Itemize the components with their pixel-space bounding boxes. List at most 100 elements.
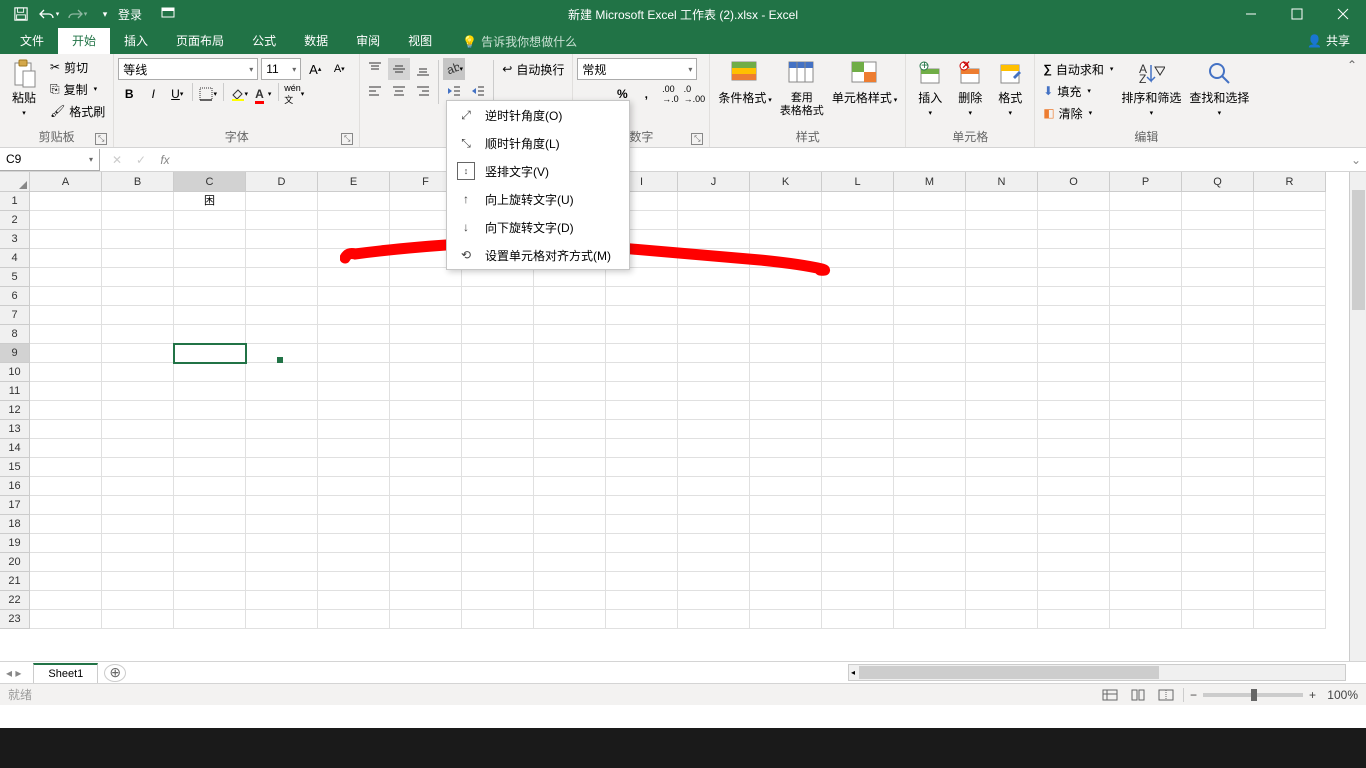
col-header-P[interactable]: P: [1110, 172, 1182, 192]
cell-D19[interactable]: [246, 534, 318, 553]
cell-A16[interactable]: [30, 477, 102, 496]
cell-Q14[interactable]: [1182, 439, 1254, 458]
cell-R19[interactable]: [1254, 534, 1326, 553]
cell-B20[interactable]: [102, 553, 174, 572]
cell-B17[interactable]: [102, 496, 174, 515]
cell-N23[interactable]: [966, 610, 1038, 629]
cell-Q18[interactable]: [1182, 515, 1254, 534]
cell-R13[interactable]: [1254, 420, 1326, 439]
cell-O2[interactable]: [1038, 211, 1110, 230]
cell-E1[interactable]: [318, 192, 390, 211]
cell-D17[interactable]: [246, 496, 318, 515]
cell-K1[interactable]: [750, 192, 822, 211]
cell-C18[interactable]: [174, 515, 246, 534]
cell-D18[interactable]: [246, 515, 318, 534]
cell-O15[interactable]: [1038, 458, 1110, 477]
cell-J10[interactable]: [678, 363, 750, 382]
cell-K2[interactable]: [750, 211, 822, 230]
cell-A13[interactable]: [30, 420, 102, 439]
cell-O23[interactable]: [1038, 610, 1110, 629]
cell-A2[interactable]: [30, 211, 102, 230]
col-header-L[interactable]: L: [822, 172, 894, 192]
cell-H8[interactable]: [534, 325, 606, 344]
align-middle-button[interactable]: [388, 58, 410, 80]
cell-R10[interactable]: [1254, 363, 1326, 382]
cell-H14[interactable]: [534, 439, 606, 458]
cell-N22[interactable]: [966, 591, 1038, 610]
cell-E8[interactable]: [318, 325, 390, 344]
cell-M14[interactable]: [894, 439, 966, 458]
cell-A6[interactable]: [30, 287, 102, 306]
cell-M4[interactable]: [894, 249, 966, 268]
italic-button[interactable]: I: [142, 83, 164, 105]
cell-Q3[interactable]: [1182, 230, 1254, 249]
cell-R5[interactable]: [1254, 268, 1326, 287]
cell-L21[interactable]: [822, 572, 894, 591]
cell-C8[interactable]: [174, 325, 246, 344]
cell-A10[interactable]: [30, 363, 102, 382]
cell-O16[interactable]: [1038, 477, 1110, 496]
formula-bar[interactable]: [182, 149, 1346, 171]
cell-B3[interactable]: [102, 230, 174, 249]
cell-D3[interactable]: [246, 230, 318, 249]
cell-O4[interactable]: [1038, 249, 1110, 268]
cell-A11[interactable]: [30, 382, 102, 401]
cell-Q10[interactable]: [1182, 363, 1254, 382]
cell-P1[interactable]: [1110, 192, 1182, 211]
col-header-A[interactable]: A: [30, 172, 102, 192]
cell-C13[interactable]: [174, 420, 246, 439]
cell-F9[interactable]: [390, 344, 462, 363]
cell-O11[interactable]: [1038, 382, 1110, 401]
cell-H19[interactable]: [534, 534, 606, 553]
cells-grid[interactable]: 困: [30, 192, 1326, 629]
cell-Q1[interactable]: [1182, 192, 1254, 211]
cell-J2[interactable]: [678, 211, 750, 230]
cell-O13[interactable]: [1038, 420, 1110, 439]
increase-font-button[interactable]: A▴: [304, 58, 326, 80]
cell-L16[interactable]: [822, 477, 894, 496]
cell-C16[interactable]: [174, 477, 246, 496]
cell-C20[interactable]: [174, 553, 246, 572]
cell-I20[interactable]: [606, 553, 678, 572]
cell-N4[interactable]: [966, 249, 1038, 268]
cell-N6[interactable]: [966, 287, 1038, 306]
tab-view[interactable]: 视图: [394, 28, 446, 54]
format-cells-button[interactable]: 格式▾: [990, 56, 1030, 122]
cell-M1[interactable]: [894, 192, 966, 211]
align-top-button[interactable]: [364, 58, 386, 80]
find-select-button[interactable]: 查找和选择▾: [1185, 56, 1253, 122]
bold-button[interactable]: B: [118, 83, 140, 105]
col-header-C[interactable]: C: [174, 172, 246, 192]
cell-O22[interactable]: [1038, 591, 1110, 610]
login-link[interactable]: 登录: [118, 6, 142, 23]
cell-J12[interactable]: [678, 401, 750, 420]
cell-J15[interactable]: [678, 458, 750, 477]
page-break-view-button[interactable]: [1155, 686, 1177, 704]
cell-D22[interactable]: [246, 591, 318, 610]
decrease-indent-button[interactable]: [443, 80, 465, 102]
cell-B19[interactable]: [102, 534, 174, 553]
save-button[interactable]: [8, 2, 34, 26]
cell-A12[interactable]: [30, 401, 102, 420]
cell-O3[interactable]: [1038, 230, 1110, 249]
cell-G15[interactable]: [462, 458, 534, 477]
cell-P21[interactable]: [1110, 572, 1182, 591]
cell-O21[interactable]: [1038, 572, 1110, 591]
cell-D8[interactable]: [246, 325, 318, 344]
cell-H22[interactable]: [534, 591, 606, 610]
conditional-format-button[interactable]: 条件格式 ▾: [714, 56, 775, 109]
cell-P13[interactable]: [1110, 420, 1182, 439]
cell-C3[interactable]: [174, 230, 246, 249]
cell-I21[interactable]: [606, 572, 678, 591]
sheet-tab-1[interactable]: Sheet1: [33, 663, 98, 683]
clipboard-launcher[interactable]: ⤡: [95, 133, 107, 145]
cell-M2[interactable]: [894, 211, 966, 230]
cell-F14[interactable]: [390, 439, 462, 458]
cell-A19[interactable]: [30, 534, 102, 553]
cell-M7[interactable]: [894, 306, 966, 325]
cell-C15[interactable]: [174, 458, 246, 477]
cell-E16[interactable]: [318, 477, 390, 496]
cell-B16[interactable]: [102, 477, 174, 496]
cell-C14[interactable]: [174, 439, 246, 458]
cell-N10[interactable]: [966, 363, 1038, 382]
